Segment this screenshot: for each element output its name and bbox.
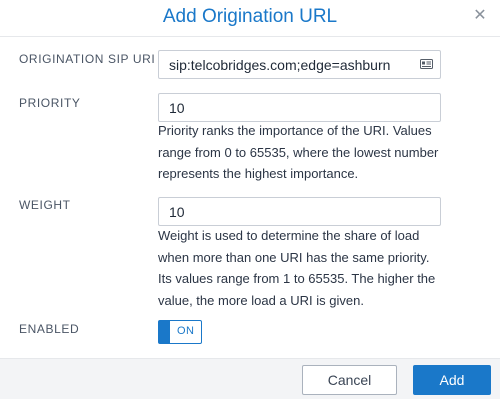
weight-value: 10 [169,204,185,220]
dialog-header: Add Origination URL ✕ [0,0,500,37]
toggle-knob [159,321,170,343]
enabled-label: ENABLED [19,322,80,336]
priority-help: Priority ranks the importance of the URI… [158,120,458,185]
sip-uri-label: ORIGINATION SIP URI [19,52,156,66]
weight-help-line: Weight is used to determine the share of… [158,228,420,243]
weight-help-line: when more than one URI has the same prio… [158,249,430,265]
weight-help: Weight is used to determine the share of… [158,225,458,311]
priority-input[interactable]: 10 [158,93,441,122]
add-button[interactable]: Add [413,365,491,395]
priority-value: 10 [169,100,185,116]
cancel-button[interactable]: Cancel [302,365,397,395]
contact-card-icon[interactable] [420,59,433,69]
enabled-toggle[interactable]: ON [158,320,202,344]
priority-help-line: Priority ranks the importance of the URI… [158,123,432,138]
sip-uri-input[interactable]: sip:telcobridges.com;edge=ashburn [158,50,441,79]
priority-label: PRIORITY [19,96,81,110]
dialog-title: Add Origination URL [162,6,338,27]
toggle-state: ON [177,325,195,337]
weight-help-line: Its values range from 1 to 65535. The hi… [158,271,436,286]
priority-help-line: range from 0 to 65535, where the lowest … [158,144,439,160]
sip-uri-value: sip:telcobridges.com;edge=ashburn [169,57,391,73]
close-icon[interactable]: ✕ [472,8,488,24]
weight-label: WEIGHT [19,198,71,212]
weight-help-line: value, the more load a URI is given. [158,292,364,308]
priority-help-line: represents the highest importance. [158,166,359,181]
add-origination-url-dialog: Add Origination URL ✕ ORIGINATION SIP UR… [0,0,500,399]
weight-input[interactable]: 10 [158,197,441,226]
